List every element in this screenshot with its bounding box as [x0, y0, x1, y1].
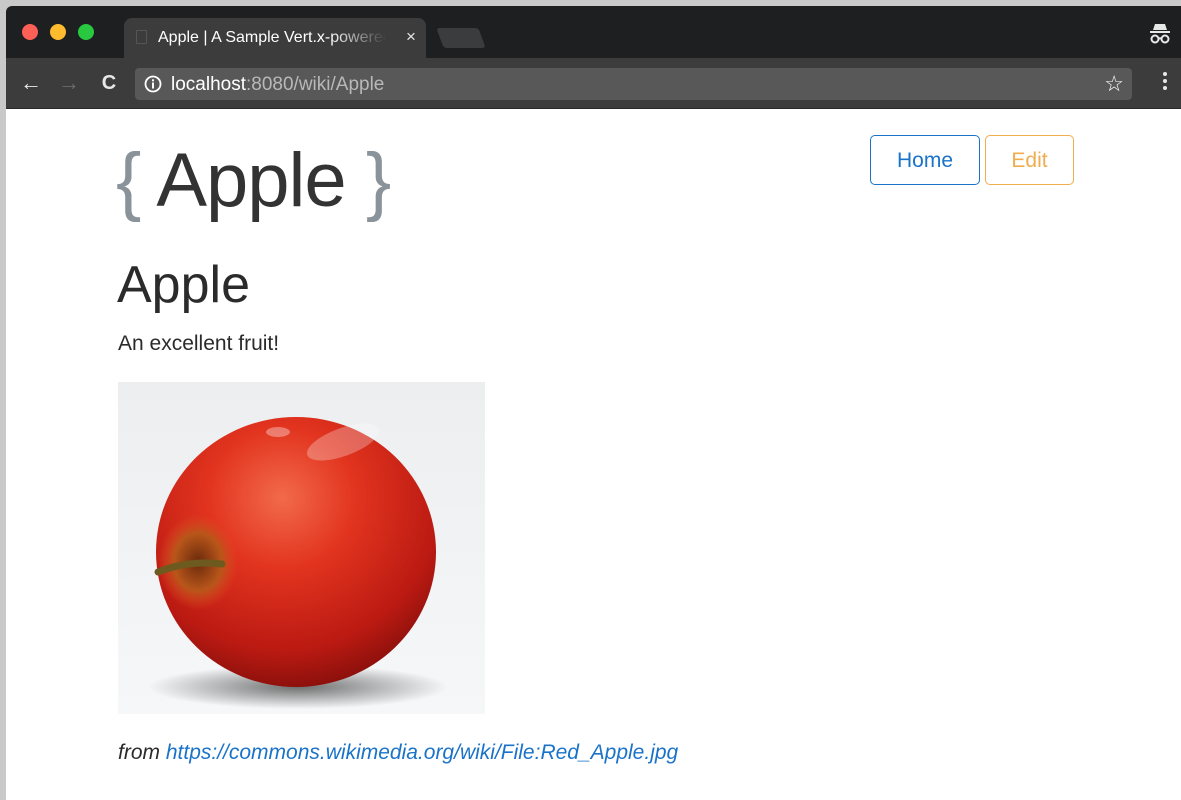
- star-icon[interactable]: ☆: [1104, 72, 1124, 96]
- site-brand: { Apple }: [116, 138, 391, 223]
- url-path: :8080/wiki/Apple: [246, 74, 385, 95]
- browser-toolbar: ← → C localhost:8080/wiki/Apple ☆: [6, 58, 1181, 109]
- back-button[interactable]: ←: [18, 70, 44, 96]
- incognito-icon: [1147, 22, 1173, 46]
- edit-button[interactable]: Edit: [985, 135, 1074, 185]
- new-tab-button[interactable]: [436, 28, 486, 48]
- info-icon[interactable]: [144, 75, 162, 93]
- page-favicon-icon: [136, 30, 147, 44]
- tab-title: Apple | A Sample Vert.x-powered Wiki: [158, 29, 386, 46]
- brand-open-brace: {: [116, 138, 141, 223]
- tab-strip: Apple | A Sample Vert.x-powered Wiki ×: [6, 6, 1181, 58]
- browser-window: Apple | A Sample Vert.x-powered Wiki × ←…: [6, 6, 1181, 800]
- tab-close-icon[interactable]: ×: [402, 28, 420, 46]
- more-icon[interactable]: [1163, 72, 1167, 94]
- page-title: Apple: [117, 256, 250, 314]
- minimize-window-button[interactable]: [50, 24, 66, 40]
- brand-close-brace: }: [365, 138, 391, 223]
- maximize-window-button[interactable]: [78, 24, 94, 40]
- forward-button[interactable]: →: [56, 70, 82, 96]
- reload-button[interactable]: C: [96, 70, 122, 96]
- url-host: localhost: [171, 74, 246, 95]
- image-source-link[interactable]: https://commons.wikimedia.org/wiki/File:…: [166, 741, 678, 764]
- apple-image: [118, 382, 485, 714]
- caption-prefix: from: [118, 741, 166, 764]
- address-bar[interactable]: localhost:8080/wiki/Apple ☆: [135, 68, 1132, 100]
- active-tab[interactable]: Apple | A Sample Vert.x-powered Wiki ×: [124, 18, 426, 58]
- page-content: { Apple } Home Edit Apple An excellent f…: [6, 109, 1181, 800]
- url-text[interactable]: localhost:8080/wiki/Apple: [171, 75, 384, 95]
- brand-name: Apple: [140, 138, 366, 223]
- home-button[interactable]: Home: [870, 135, 980, 185]
- page-description: An excellent fruit!: [118, 332, 280, 355]
- close-window-button[interactable]: [22, 24, 38, 40]
- image-caption: from https://commons.wikimedia.org/wiki/…: [118, 740, 678, 766]
